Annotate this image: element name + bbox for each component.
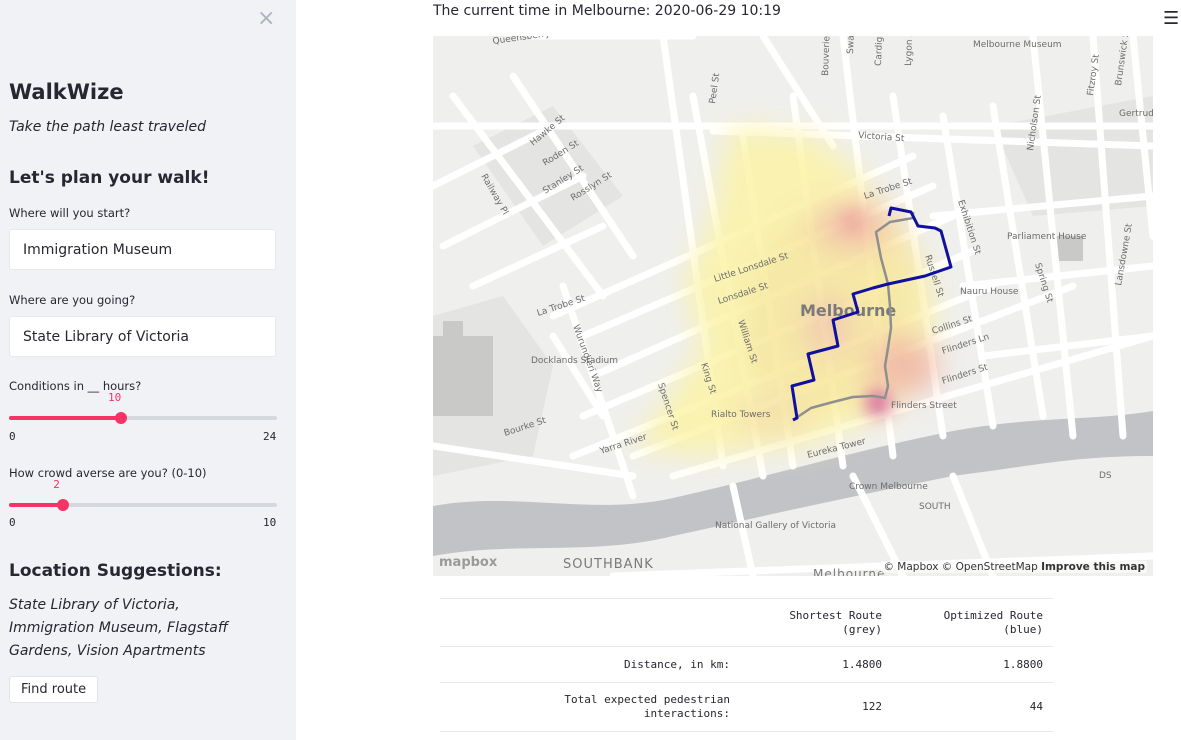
crowd-slider-thumb[interactable]: 2 xyxy=(53,478,69,511)
crowd-slider-fill xyxy=(9,503,63,507)
table-header-blank xyxy=(440,598,740,647)
map-label-parliament-house: Parliament House xyxy=(1007,232,1087,242)
optimized-value: 44 xyxy=(892,682,1053,732)
suggestions-heading: Location Suggestions: xyxy=(9,561,222,581)
hours-slider-fill xyxy=(9,416,121,420)
map-label-rialto-towers: Rialto Towers xyxy=(711,410,771,420)
start-location-input[interactable] xyxy=(9,229,276,270)
map-label-melbourne-east: DS xyxy=(1099,471,1112,481)
map-label-flinders-street: Flinders Street xyxy=(891,401,957,411)
map-label-melbourne-city: Melbourne xyxy=(800,301,896,320)
row-label: Total expected pedestrian interactions: xyxy=(440,682,740,732)
hours-slider-min: 0 xyxy=(9,430,16,443)
start-label: Where will you start? xyxy=(9,206,131,220)
crowd-slider-value: 2 xyxy=(53,478,60,491)
hours-slider-thumb[interactable]: 10 xyxy=(108,391,127,424)
table-header-optimized: Optimized Route (blue) xyxy=(892,598,1053,647)
table-header-shortest: Shortest Route (grey) xyxy=(740,598,893,647)
improve-map-link[interactable]: Improve this map xyxy=(1041,561,1145,573)
find-route-button[interactable]: Find route xyxy=(9,676,99,703)
map-label-southbank: Melbourne xyxy=(813,567,885,576)
plan-heading: Let's plan your walk! xyxy=(9,168,210,188)
table-row: Total expected pedestrian interactions: … xyxy=(440,682,1053,732)
suggestions-text: State Library of Victoria, Immigration M… xyxy=(9,597,228,659)
destination-label: Where are you going? xyxy=(9,293,136,307)
app-title: WalkWize xyxy=(9,80,124,104)
hours-slider-max: 24 xyxy=(263,430,277,443)
mapbox-logo[interactable]: mapbox xyxy=(439,555,497,570)
map-label-docklands-stadium: Docklands Stadium xyxy=(531,356,618,366)
route-map[interactable]: Queensberry St Peel St Bouverie St Swans… xyxy=(433,36,1153,576)
map-canvas[interactable]: Queensberry St Peel St Bouverie St Swans… xyxy=(433,36,1153,576)
map-label-melbourne-museum: Melbourne Museum xyxy=(973,40,1062,50)
shortest-value: 1.4800 xyxy=(740,646,893,683)
shortest-value: 122 xyxy=(740,682,893,732)
crowd-slider-max: 10 xyxy=(263,516,277,529)
crowd-slider-min: 0 xyxy=(9,516,16,529)
crowd-slider[interactable]: 2 xyxy=(9,478,277,511)
destination-input[interactable] xyxy=(9,316,276,357)
map-label-eureka-tower: Crown Melbourne xyxy=(849,482,928,492)
map-label-south: SOUTHBANK xyxy=(563,557,654,572)
row-label: Distance, in km: xyxy=(440,646,740,683)
map-label-nauru-house: Nauru House xyxy=(960,287,1019,297)
sidebar: × WalkWize Take the path least traveled … xyxy=(0,0,296,740)
route-comparison-table: Shortest Route (grey) Optimized Route (b… xyxy=(440,598,1053,732)
optimized-value: 1.8800 xyxy=(892,646,1053,683)
map-attribution[interactable]: © Mapbox © OpenStreetMap Improve this ma… xyxy=(881,561,1147,573)
map-label-gertrude-st: Gertrude St xyxy=(1119,109,1153,119)
map-label-cardigan-st: Cardigan St xyxy=(874,36,886,66)
hours-slider[interactable]: 10 xyxy=(9,391,277,424)
map-label-lygon-st: Lygon St xyxy=(904,36,915,66)
hamburger-menu-icon[interactable]: ☰ xyxy=(1163,10,1179,28)
close-icon[interactable]: × xyxy=(257,8,275,30)
map-label-bouverie-st: Bouverie St xyxy=(821,36,833,76)
tagline: Take the path least traveled xyxy=(9,119,206,135)
map-label-crown-melbourne: National Gallery of Victoria xyxy=(715,521,836,531)
hours-slider-value: 10 xyxy=(108,391,122,404)
attribution-text[interactable]: © Mapbox © OpenStreetMap xyxy=(883,561,1037,573)
table-row: Distance, in km: 1.4800 1.8800 xyxy=(440,646,1053,683)
current-time-text: The current time in Melbourne: 2020-06-2… xyxy=(433,3,781,19)
map-label-national-gallery: SOUTH xyxy=(919,502,951,512)
